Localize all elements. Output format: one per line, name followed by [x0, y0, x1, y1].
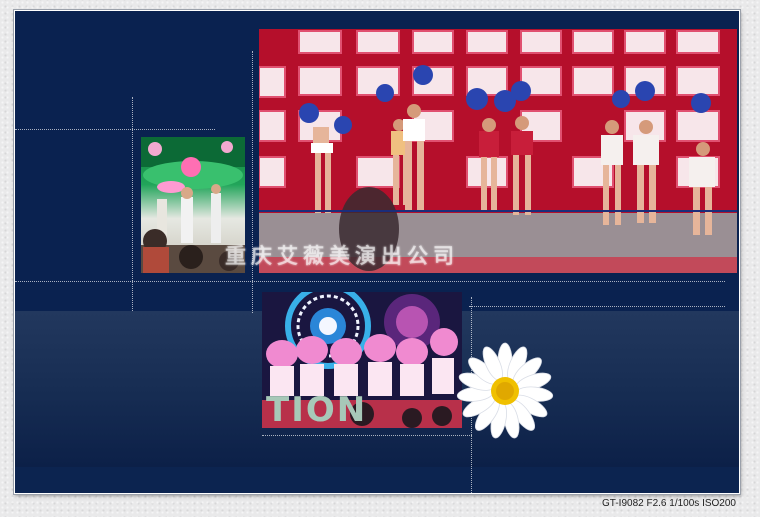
cheerleaders-photo-art — [259, 29, 737, 273]
guide-line — [262, 435, 472, 436]
guide-line — [15, 281, 725, 282]
feather-dancers-photo: TION — [262, 292, 462, 428]
exif-info: GT-I9082 F2.6 1/100s ISO200 — [602, 498, 736, 509]
guide-line — [252, 51, 253, 313]
guide-line — [469, 306, 725, 307]
daisy-flower-icon — [456, 342, 554, 439]
company-caption: 重庆艾薇美演出公司 — [225, 244, 459, 268]
guide-line — [132, 97, 133, 311]
overlay-lettering: TION — [266, 390, 368, 428]
guide-line — [15, 129, 215, 130]
album-page: 重庆艾薇美演出公司 TION — [13, 9, 741, 495]
footer-band — [15, 467, 739, 493]
cheerleaders-photo — [259, 29, 737, 273]
